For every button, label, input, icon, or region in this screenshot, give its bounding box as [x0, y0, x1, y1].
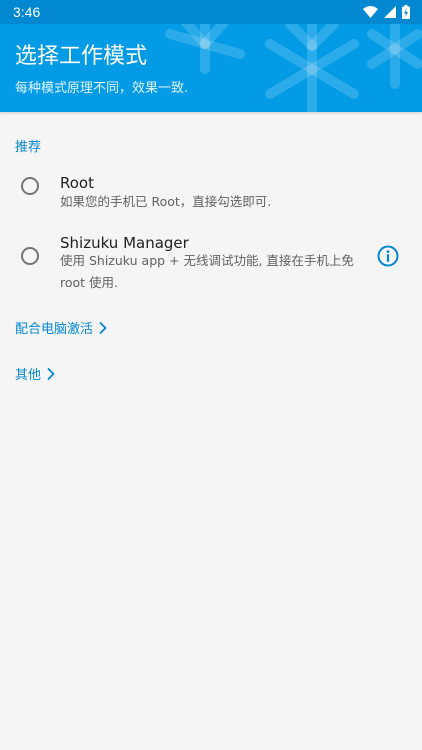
page-title: 选择工作模式 [15, 44, 148, 69]
chevron-right-icon [99, 321, 107, 334]
link-label: 配合电脑激活 [15, 322, 94, 337]
chevron-right-icon [47, 367, 55, 380]
wifi-icon [363, 6, 378, 18]
app-header: 选择工作模式 每种模式原理不同，效果一致. [0, 24, 422, 112]
page-subtitle: 每种模式原理不同，效果一致. [15, 81, 189, 96]
battery-icon [402, 5, 410, 19]
radio-button-root[interactable] [21, 177, 39, 195]
status-bar: 3:46 [0, 0, 422, 24]
option-root[interactable]: Root 如果您的手机已 Root，直接勾选即可. [0, 160, 422, 218]
link-other[interactable]: 其他 [15, 364, 55, 383]
option-shizuku-manager[interactable]: Shizuku Manager 使用 Shizuku app + 无线调试功能,… [0, 225, 422, 300]
cell-signal-icon [384, 6, 396, 18]
link-computer-activation[interactable]: 配合电脑激活 [15, 318, 107, 337]
status-icons [363, 5, 410, 19]
option-title: Root [60, 174, 94, 192]
status-time: 3:46 [13, 4, 41, 20]
link-label: 其他 [15, 368, 42, 383]
info-icon[interactable] [377, 245, 399, 267]
radio-button-shizuku-manager[interactable] [21, 247, 39, 265]
section-header-recommended: 推荐 [15, 140, 42, 155]
option-description: 如果您的手机已 Root，直接勾选即可. [60, 194, 272, 209]
option-description: 使用 Shizuku app + 无线调试功能, 直接在手机上免 root 使用… [60, 253, 354, 290]
